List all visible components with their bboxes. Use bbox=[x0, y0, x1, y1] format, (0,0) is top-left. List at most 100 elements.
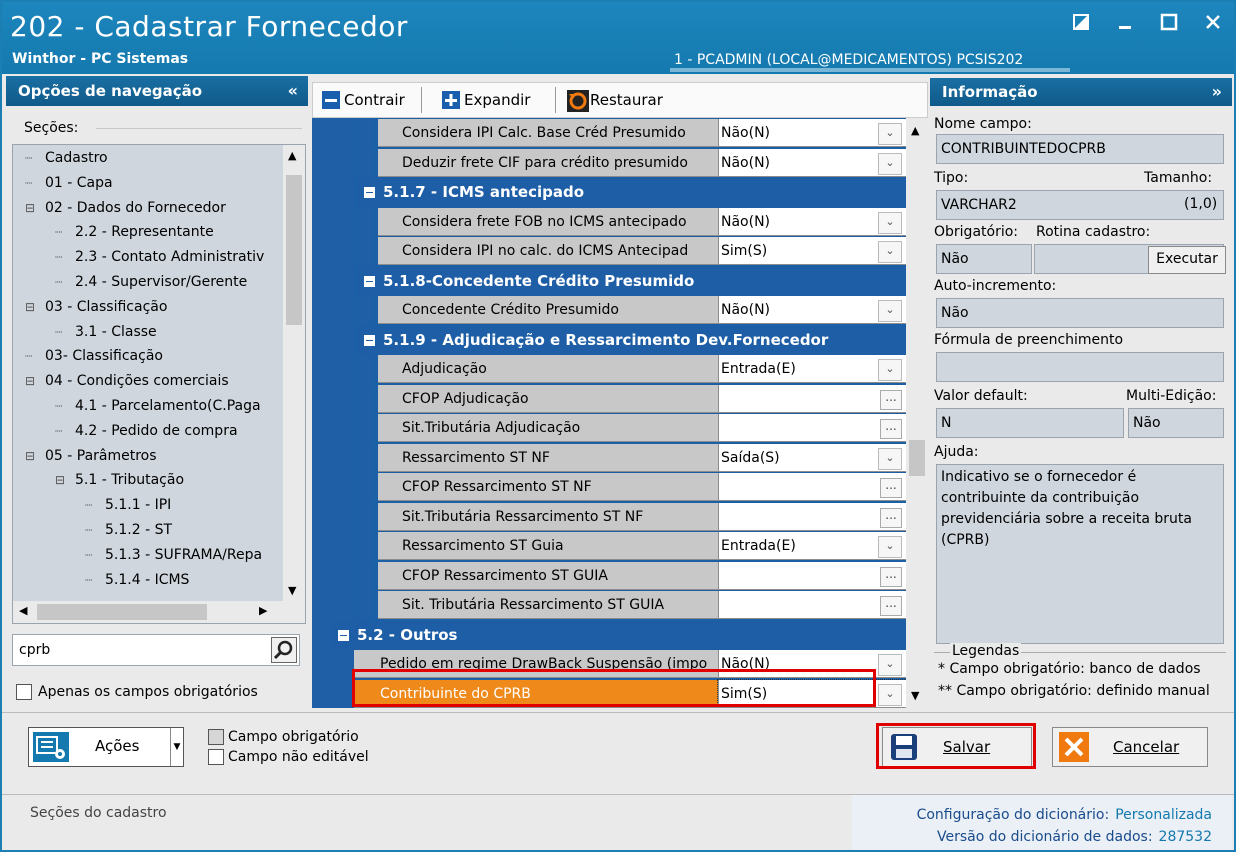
property-value[interactable]: Não(N) ⌄ bbox=[718, 119, 906, 147]
chevron-down-icon[interactable]: ⌄ bbox=[878, 300, 902, 322]
tree-item[interactable]: ┈ 4.2 - Pedido de compra bbox=[55, 420, 238, 442]
grid-row[interactable]: Pedido em regime DrawBack Suspensão (imp… bbox=[312, 650, 906, 679]
collapse-group-icon[interactable] bbox=[338, 629, 349, 641]
grid-group-header[interactable]: 5.1.9 - Adjudicação e Ressarcimento Dev.… bbox=[358, 325, 906, 355]
scroll-right-icon[interactable]: ▶ bbox=[259, 604, 267, 617]
ellipsis-button[interactable]: ... bbox=[880, 566, 902, 587]
grid-group-header[interactable]: 5.2 - Outros bbox=[332, 620, 906, 650]
tree-item[interactable]: ⊟ 03 - Classificação bbox=[25, 296, 167, 318]
grid-scroll-thumb[interactable] bbox=[909, 440, 925, 476]
only-required-option[interactable]: Apenas os campos obrigatórios bbox=[16, 684, 258, 700]
chevron-down-icon[interactable]: ⌄ bbox=[878, 654, 902, 676]
grid-row[interactable]: Deduzir frete CIF para crédito presumido… bbox=[312, 148, 906, 178]
tree-item[interactable]: ┈ 5.1.1 - IPI bbox=[85, 494, 171, 516]
chevron-down-icon[interactable]: ⌄ bbox=[878, 211, 902, 234]
collapse-panel-icon[interactable]: « bbox=[288, 76, 298, 106]
tree-item[interactable]: ┈ 03- Classificação bbox=[25, 345, 163, 367]
restore-layout-icon[interactable] bbox=[1070, 12, 1092, 36]
close-icon[interactable] bbox=[1202, 12, 1224, 36]
grid-row[interactable]: Sit.Tributária Adjudicação... bbox=[312, 414, 906, 443]
execute-button[interactable]: Executar bbox=[1148, 246, 1226, 274]
collapse-group-icon[interactable] bbox=[364, 334, 375, 346]
chevron-down-icon[interactable]: ⌄ bbox=[878, 123, 902, 145]
scroll-down-icon[interactable]: ▼ bbox=[288, 584, 296, 597]
grid-group-header[interactable]: 5.1.7 - ICMS antecipado bbox=[358, 178, 906, 207]
grid-row[interactable]: Sit.Tributária Ressarcimento ST NF... bbox=[312, 502, 906, 532]
chevron-down-icon[interactable]: ⌄ bbox=[878, 241, 902, 263]
tree-item[interactable]: ┈ 2.3 - Contato Administrativ bbox=[55, 246, 264, 268]
scroll-left-icon[interactable]: ◀ bbox=[19, 604, 27, 617]
tree-collapse-icon[interactable]: ⊟ bbox=[25, 445, 45, 467]
chevron-down-icon[interactable]: ⌄ bbox=[878, 359, 902, 381]
property-value[interactable]: Não(N) ⌄ bbox=[718, 148, 906, 177]
tree-scroll-thumb[interactable] bbox=[286, 175, 302, 325]
grid-row[interactable]: Considera IPI Calc. Base Créd Presumido N… bbox=[312, 119, 906, 148]
grid-row[interactable]: CFOP Ressarcimento ST NF... bbox=[312, 473, 906, 502]
collapse-group-icon[interactable] bbox=[364, 275, 375, 287]
property-value[interactable]: ... bbox=[718, 561, 906, 590]
property-value[interactable]: Não(N) ⌄ bbox=[718, 207, 906, 236]
tree-item[interactable]: ⊟ 05 - Parâmetros bbox=[25, 445, 157, 467]
property-value[interactable]: Sim(S) ⌄ bbox=[718, 237, 906, 265]
collapse-button[interactable]: Contrair bbox=[321, 89, 405, 111]
grid-row[interactable]: CFOP Ressarcimento ST GUIA... bbox=[312, 561, 906, 591]
tree-collapse-icon[interactable]: ⊟ bbox=[55, 469, 75, 491]
property-value[interactable]: ... bbox=[718, 502, 906, 531]
tree-item[interactable]: ┈ 2.4 - Supervisor/Gerente bbox=[55, 271, 247, 293]
search-icon[interactable] bbox=[271, 637, 297, 663]
tree-item[interactable]: ┈ 5.1.2 - ST bbox=[85, 519, 172, 541]
grid-row[interactable]: Sit. Tributária Ressarcimento ST GUIA... bbox=[312, 591, 906, 620]
property-value[interactable]: ... bbox=[718, 473, 906, 501]
chevron-down-icon[interactable]: ▼ bbox=[170, 728, 183, 766]
sections-tree[interactable]: ▲ ▼ ◀ ▶ ┈ Cadastro ┈ 01 - Capa ⊟ 02 - Dados d… bbox=[12, 144, 306, 624]
scroll-up-icon[interactable]: ▲ bbox=[911, 124, 919, 137]
grid-group-header[interactable]: 5.1.8-Concedente Crédito Presumido bbox=[358, 266, 906, 296]
tree-collapse-icon[interactable]: ⊟ bbox=[25, 296, 45, 318]
save-button[interactable]: Salvar bbox=[882, 727, 1032, 767]
tree-vertical-scrollbar[interactable]: ▲ ▼ bbox=[283, 145, 305, 601]
tree-item[interactable]: ┈ Cadastro bbox=[25, 147, 108, 169]
tree-collapse-icon[interactable]: ⊟ bbox=[25, 370, 45, 392]
property-value[interactable]: Não(N) ⌄ bbox=[718, 650, 906, 678]
actions-button[interactable]: Ações ▼ bbox=[28, 727, 184, 767]
scroll-down-icon[interactable]: ▼ bbox=[911, 689, 919, 702]
grid-row[interactable]: Ressarcimento ST Guia Entrada(E) ⌄ bbox=[312, 532, 906, 561]
grid-row[interactable]: Adjudicação Entrada(E) ⌄ bbox=[312, 355, 906, 384]
maximize-icon[interactable] bbox=[1158, 12, 1180, 36]
property-value[interactable]: Sim(S) ⌄ bbox=[717, 678, 906, 708]
tree-item[interactable]: ⊟ 02 - Dados do Fornecedor bbox=[25, 197, 226, 219]
tree-collapse-icon[interactable]: ⊟ bbox=[25, 197, 45, 219]
ellipsis-button[interactable]: ... bbox=[880, 596, 902, 616]
ellipsis-button[interactable]: ... bbox=[880, 478, 902, 498]
cancel-button[interactable]: Cancelar bbox=[1052, 727, 1208, 767]
grid-row[interactable]: Considera IPI no calc. do ICMS Antecipad… bbox=[312, 237, 906, 266]
property-value[interactable]: Entrada(E) ⌄ bbox=[718, 532, 906, 560]
grid-vertical-scrollbar[interactable]: ▲ ▼ bbox=[906, 118, 928, 708]
expand-panel-icon[interactable]: » bbox=[1212, 78, 1222, 106]
search-input[interactable] bbox=[17, 636, 261, 664]
ellipsis-button[interactable]: ... bbox=[880, 507, 902, 528]
property-value[interactable]: Não(N) ⌄ bbox=[718, 296, 906, 324]
tree-item[interactable]: ┈ 01 - Capa bbox=[25, 172, 113, 194]
minimize-icon[interactable] bbox=[1114, 12, 1136, 36]
collapse-group-icon[interactable] bbox=[364, 187, 375, 198]
tree-item[interactable]: ┈ 5.1.3 - SUFRAMA/Repa bbox=[85, 544, 262, 566]
chevron-down-icon[interactable]: ⌄ bbox=[878, 447, 902, 470]
chevron-down-icon[interactable]: ⌄ bbox=[878, 152, 902, 175]
grid-row[interactable]: CFOP Adjudicação... bbox=[312, 384, 906, 414]
grid-row[interactable]: Concedente Crédito Presumido Não(N) ⌄ bbox=[312, 296, 906, 325]
grid-row-selected[interactable]: Contribuinte do CPRB Sim(S) ⌄ bbox=[312, 678, 906, 708]
tree-item[interactable]: ⊟ 04 - Condições comerciais bbox=[25, 370, 229, 392]
ellipsis-button[interactable]: ... bbox=[880, 419, 902, 439]
tree-item[interactable]: ┈ 4.1 - Parcelamento(C.Paga bbox=[55, 395, 261, 417]
property-value[interactable]: ... bbox=[718, 384, 906, 413]
expand-button[interactable]: Expandir bbox=[441, 89, 530, 111]
restore-button[interactable]: Restaurar bbox=[567, 89, 663, 112]
grid-row[interactable]: Considera frete FOB no ICMS antecipado Nã… bbox=[312, 207, 906, 237]
chevron-down-icon[interactable]: ⌄ bbox=[878, 683, 902, 706]
property-value[interactable]: ... bbox=[718, 591, 906, 619]
tree-hscroll-thumb[interactable] bbox=[37, 604, 207, 620]
property-value[interactable]: ... bbox=[718, 414, 906, 442]
only-required-checkbox[interactable] bbox=[16, 684, 32, 700]
grid-row[interactable]: Ressarcimento ST NF Saída(S) ⌄ bbox=[312, 443, 906, 473]
